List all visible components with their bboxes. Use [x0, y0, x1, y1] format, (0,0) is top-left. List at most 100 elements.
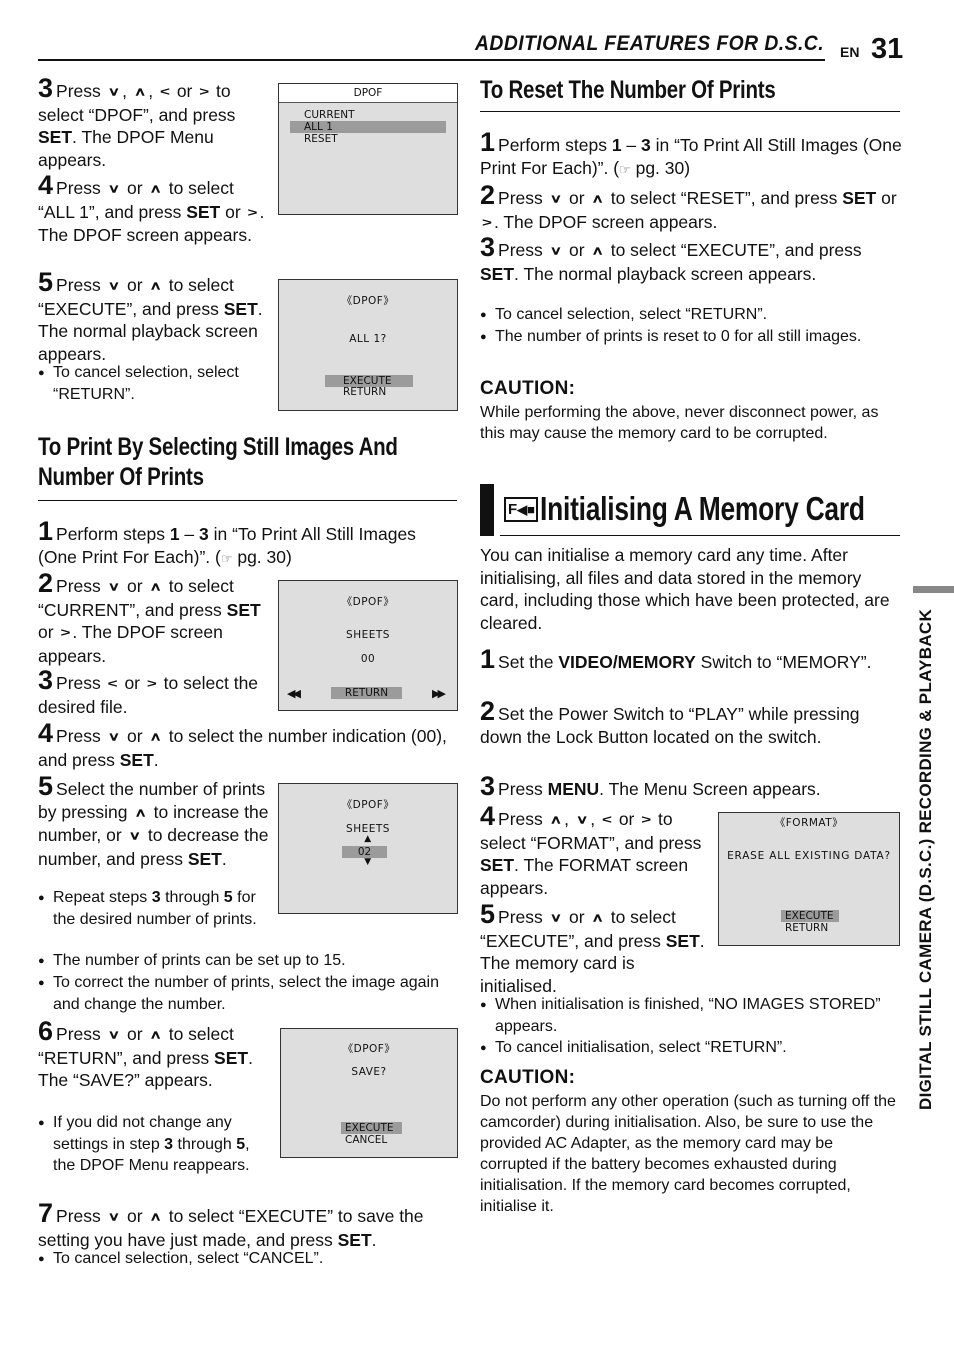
down-arrow-icon: ∨ — [107, 279, 121, 293]
screen-dpof-menu: DPOF CURRENT ALL 1 RESET — [278, 83, 458, 215]
bold-term: SET — [842, 188, 877, 208]
step-number: 1 — [38, 516, 54, 546]
right-arrow-icon: > — [60, 626, 71, 640]
bullet-note: Repeat steps 3 through 5 for the desired… — [38, 887, 270, 930]
step-number: 4 — [38, 170, 54, 200]
option: RETURN — [343, 386, 387, 398]
bold-term: SET — [223, 298, 258, 319]
down-arrow-icon: ∨ — [549, 244, 563, 258]
bold-term: 3 — [151, 889, 161, 906]
bullet-list: To cancel selection, select “CANCEL”. — [38, 1248, 458, 1270]
down-arrow-icon: ∨ — [575, 813, 589, 827]
step-number: 3 — [38, 665, 54, 695]
option-selected: EXECUTE — [781, 910, 839, 922]
section-heading: To Print By Selecting Still Images And N… — [38, 433, 398, 491]
step: 3 Press MENU. The Menu Screen appears. — [480, 771, 821, 801]
step-number: 5 — [38, 771, 54, 801]
arrow-left-icon: ◀■ — [517, 502, 536, 517]
screen-title: 《FORMAT》 — [774, 817, 844, 829]
section-heading: To Reset The Number Of Prints — [480, 76, 776, 104]
step: 4 Press ∨ or ∧ to select the number indic… — [38, 718, 447, 770]
up-arrow-icon: ∧ — [591, 244, 604, 258]
right-arrow-icon: > — [482, 215, 492, 229]
chapter-tab — [913, 586, 954, 593]
bold-term: 3 — [641, 135, 651, 155]
screen-title: 《DPOF》 — [342, 1043, 396, 1055]
step-number: 3 — [480, 771, 496, 801]
bold-term: SET — [665, 930, 700, 951]
screen-title: DPOF — [279, 84, 457, 103]
screen-prompt: ERASE ALL EXISTING DATA? — [727, 850, 891, 862]
bullet-note: The number of prints is reset to 0 for a… — [480, 326, 900, 348]
up-arrow-icon: ∧ — [149, 1210, 162, 1224]
down-arrow-icon: ∨ — [128, 829, 141, 843]
screen-dpof-all: 《DPOF》 ALL 1? EXECUTE RETURN — [278, 279, 458, 411]
main-heading: Initialising A Memory Card — [540, 490, 865, 527]
down-arrow-icon: ∨ — [107, 1210, 121, 1224]
down-arrow-icon: ∨ — [107, 580, 121, 594]
format-icon-letter: F — [508, 501, 518, 518]
bullet-list: When initialisation is finished, “NO IMA… — [480, 994, 905, 1059]
up-arrow-icon: ∧ — [149, 279, 162, 293]
screen-title: 《DPOF》 — [341, 295, 395, 307]
bold-term: SET — [186, 201, 221, 222]
up-arrow-icon: ∧ — [149, 580, 162, 594]
screen-format: 《FORMAT》 ERASE ALL EXISTING DATA? EXECUT… — [718, 812, 900, 946]
heading-bar — [480, 484, 494, 536]
bold-term: SET — [119, 749, 154, 770]
bullet-note: To cancel selection, select “CANCEL”. — [38, 1248, 458, 1270]
down-arrow-icon: ∨ — [107, 730, 121, 744]
bold-term: MENU — [547, 779, 600, 799]
forward-icon: ▶▶ — [432, 687, 446, 700]
section-rule — [480, 111, 900, 112]
bold-term: 3 — [199, 524, 209, 544]
step: 3 Press < or > to select the desired file… — [38, 665, 259, 717]
step-number: 5 — [38, 267, 54, 297]
step-number: 1 — [480, 644, 496, 674]
step: 3 Press ∨ or ∧ to select “EXECUTE”, and p… — [480, 232, 862, 284]
bold-term: SET — [337, 1229, 372, 1250]
bullet-list: The number of prints can be set up to 15… — [38, 950, 458, 1015]
screen-prompt: ALL 1? — [349, 333, 387, 345]
left-arrow-icon: < — [602, 813, 612, 827]
bold-term: 5 — [236, 1136, 246, 1153]
left-arrow-icon: < — [107, 677, 118, 691]
bold-term: VIDEO/MEMORY — [558, 652, 696, 672]
step: 4 Press ∧, ∨, < or > to select “FORMAT”, … — [480, 801, 702, 898]
option: RETURN — [785, 922, 829, 934]
step-number: 3 — [38, 73, 54, 103]
screen-prompt: SAVE? — [351, 1066, 387, 1078]
page-reference-icon: ☞ — [619, 161, 631, 177]
bullet-note: To correct the number of prints, select … — [38, 972, 458, 1015]
header-rule — [38, 59, 825, 61]
screen-dpof-save: 《DPOF》 SAVE? EXECUTE CANCEL — [280, 1028, 458, 1158]
up-arrow-icon: ∧ — [133, 85, 147, 99]
bullet-note: To cancel selection, select “RETURN”. — [480, 304, 900, 326]
intro-paragraph: You can initialise a memory card any tim… — [480, 545, 890, 633]
step: 2 Set the Power Switch to “PLAY” while pr… — [480, 696, 860, 747]
up-arrow-icon: ∧ — [149, 730, 162, 744]
bold-term: SET — [480, 855, 515, 875]
step: 4 Press ∨ or ∧ to select “ALL 1”, and pre… — [38, 170, 265, 246]
chapter-label: DIGITAL STILL CAMERA (D.S.C.) RECORDING … — [916, 608, 935, 1110]
step: 1 Perform steps 1 – 3 in “To Print All St… — [38, 516, 416, 567]
bold-term: 3 — [164, 1136, 174, 1153]
step: 1 Set the VIDEO/MEMORY Switch to “MEMORY”… — [480, 644, 872, 674]
bullet-note: If you did not change any settings in st… — [38, 1112, 270, 1176]
down-arrow-icon: ∨ — [107, 85, 121, 99]
step: 1 Perform steps 1 – 3 in “To Print All St… — [480, 127, 902, 178]
step-number: 5 — [480, 899, 496, 929]
up-arrow-icon: ∧ — [549, 813, 563, 827]
caution-label: CAUTION: — [480, 378, 576, 399]
step-number: 1 — [480, 127, 496, 157]
format-icon: F◀■ — [504, 497, 538, 522]
left-arrow-icon: < — [160, 85, 170, 99]
sheets-value: 00 — [360, 653, 376, 665]
step: 2 Press ∨ or ∧ to select “RESET”, and pre… — [480, 180, 897, 232]
step-number: 6 — [38, 1016, 54, 1046]
section-title: ADDITIONAL FEATURES FOR D.S.C. — [475, 32, 825, 55]
down-arrow-icon: ∨ — [107, 1028, 121, 1042]
bold-term: SET — [226, 599, 261, 620]
rewind-icon: ◀◀ — [287, 687, 301, 700]
bullet-note: The number of prints can be set up to 15… — [38, 950, 458, 972]
